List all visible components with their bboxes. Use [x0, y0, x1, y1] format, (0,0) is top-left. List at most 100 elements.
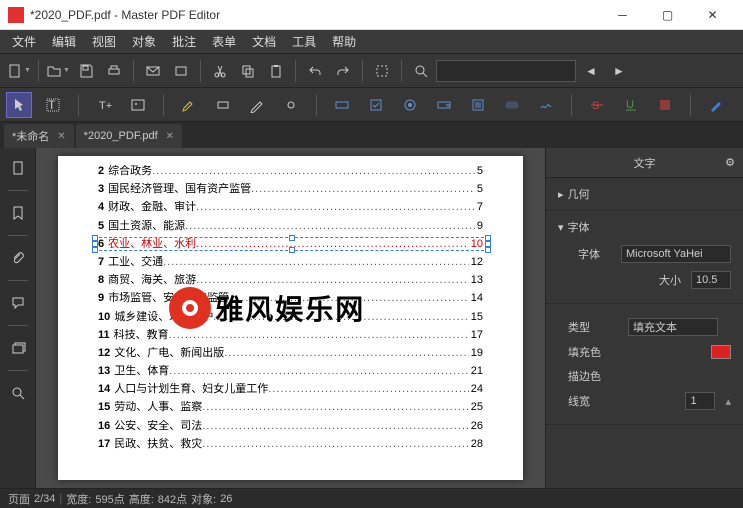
tab-untitled[interactable]: *未命名 ✕ — [4, 124, 74, 148]
toc-line[interactable]: 6农业、林业、水利...............................… — [98, 238, 483, 251]
menu-tools[interactable]: 工具 — [284, 30, 324, 53]
pdf-page[interactable]: 2综合政务...................................… — [58, 156, 523, 480]
group-font[interactable]: ▾ 字体 — [558, 217, 731, 237]
new-file-icon[interactable]: ▼ — [6, 58, 32, 84]
toc-line[interactable]: 15劳动、人事、监察..............................… — [98, 401, 483, 414]
menu-view[interactable]: 视图 — [84, 30, 124, 53]
sign-icon[interactable] — [703, 92, 729, 118]
menu-forms[interactable]: 表单 — [204, 30, 244, 53]
minimize-button[interactable]: ─ — [600, 0, 645, 30]
strikethrough-icon[interactable]: S — [584, 92, 610, 118]
toc-title: 综合政务 — [108, 165, 152, 178]
underline-icon[interactable]: U — [618, 92, 644, 118]
type-select[interactable] — [628, 318, 718, 336]
highlight-color-icon[interactable] — [652, 92, 678, 118]
toc-line[interactable]: 10城乡建设、环境保护.............................… — [98, 311, 483, 324]
scan-icon[interactable] — [168, 58, 194, 84]
font-select[interactable] — [621, 245, 731, 263]
toc-number: 3 — [98, 183, 104, 196]
pencil-icon[interactable] — [244, 92, 270, 118]
toc-line[interactable]: 13卫生、体育.................................… — [98, 365, 483, 378]
toc-number: 9 — [98, 292, 104, 305]
search-prev-icon[interactable]: ◄ — [578, 58, 604, 84]
maximize-button[interactable]: ▢ — [645, 0, 690, 30]
form-radio-icon[interactable] — [397, 92, 423, 118]
form-checkbox-icon[interactable] — [363, 92, 389, 118]
print-icon[interactable] — [101, 58, 127, 84]
toc-line[interactable]: 16公安、安全、司法..............................… — [98, 420, 483, 433]
redo-icon[interactable] — [330, 58, 356, 84]
toc-line[interactable]: 11科技、教育.................................… — [98, 329, 483, 342]
search-panel-icon[interactable] — [4, 379, 32, 407]
form-list-icon[interactable] — [465, 92, 491, 118]
menu-document[interactable]: 文档 — [244, 30, 284, 53]
toc-line[interactable]: 8商贸、海关、旅游...............................… — [98, 274, 483, 287]
pointer-tool-icon[interactable] — [6, 92, 32, 118]
comments-icon[interactable] — [4, 289, 32, 317]
svg-text:T: T — [48, 98, 56, 112]
form-dropdown-icon[interactable] — [431, 92, 457, 118]
toc-title: 工业、交通 — [108, 256, 163, 269]
toc-line[interactable]: 5国土资源、能源................................… — [98, 220, 483, 233]
highlight-icon[interactable] — [176, 92, 202, 118]
toc-line[interactable]: 7工业、交通..................................… — [98, 256, 483, 269]
search-next-icon[interactable]: ► — [606, 58, 632, 84]
close-icon[interactable]: ✕ — [57, 131, 65, 142]
toc-page: 14 — [471, 292, 483, 305]
stepper-icon[interactable]: ▴ — [725, 395, 731, 408]
close-icon[interactable]: ✕ — [166, 131, 174, 142]
tab-label: *未命名 — [12, 128, 49, 144]
toc-line[interactable]: 4财政、金融、审计...............................… — [98, 201, 483, 214]
open-file-icon[interactable]: ▼ — [45, 58, 71, 84]
toc-line[interactable]: 9市场监管、安全生产监管............................… — [98, 292, 483, 305]
menu-annotate[interactable]: 批注 — [164, 30, 204, 53]
layers-icon[interactable] — [4, 334, 32, 362]
toc-page: 21 — [471, 365, 483, 378]
menu-file[interactable]: 文件 — [4, 30, 44, 53]
page-canvas[interactable]: 2综合政务...................................… — [36, 148, 545, 488]
window-title: *2020_PDF.pdf - Master PDF Editor — [30, 8, 600, 22]
fill-color-swatch[interactable] — [711, 345, 731, 359]
toc-page: 12 — [471, 256, 483, 269]
link-icon[interactable] — [278, 92, 304, 118]
toc-line[interactable]: 14人口与计划生育、妇女儿童工作........................… — [98, 383, 483, 396]
toc-page: 10 — [471, 238, 483, 251]
thumbnails-icon[interactable] — [4, 154, 32, 182]
undo-icon[interactable] — [302, 58, 328, 84]
copy-icon[interactable] — [235, 58, 261, 84]
insert-image-icon[interactable] — [125, 92, 151, 118]
shape-icon[interactable] — [210, 92, 236, 118]
form-button-icon[interactable] — [499, 92, 525, 118]
app-icon — [8, 7, 24, 23]
width-input[interactable] — [685, 392, 715, 410]
toc-line[interactable]: 3国民经济管理、国有资产监管..........................… — [98, 183, 483, 196]
page-value: 2/34 — [34, 493, 55, 505]
form-signature-icon[interactable] — [533, 92, 559, 118]
email-icon[interactable] — [140, 58, 166, 84]
cut-icon[interactable] — [207, 58, 233, 84]
paste-icon[interactable] — [263, 58, 289, 84]
form-text-icon[interactable] — [329, 92, 355, 118]
toc-number: 11 — [98, 329, 110, 342]
close-button[interactable]: ✕ — [690, 0, 735, 30]
search-input[interactable] — [436, 60, 576, 82]
tab-document[interactable]: *2020_PDF.pdf ✕ — [76, 124, 182, 148]
attachments-icon[interactable] — [4, 244, 32, 272]
size-input[interactable] — [691, 271, 731, 289]
text-edit-icon[interactable]: T — [40, 92, 66, 118]
toc-line[interactable]: 17民政、扶贫、救灾..............................… — [98, 438, 483, 451]
toc-leader: ........................................… — [213, 311, 469, 324]
group-geometry[interactable]: ▸ 几何 — [558, 184, 731, 204]
settings-icon[interactable]: ⚙ — [725, 156, 735, 169]
menu-edit[interactable]: 编辑 — [44, 30, 84, 53]
select-icon[interactable] — [369, 58, 395, 84]
search-icon[interactable] — [408, 58, 434, 84]
toc-leader: ........................................… — [251, 183, 475, 196]
insert-text-icon[interactable]: T+ — [91, 92, 117, 118]
toc-line[interactable]: 12文化、广电、新闻出版............................… — [98, 347, 483, 360]
menu-help[interactable]: 帮助 — [324, 30, 364, 53]
toc-line[interactable]: 2综合政务...................................… — [98, 165, 483, 178]
save-icon[interactable] — [73, 58, 99, 84]
bookmarks-icon[interactable] — [4, 199, 32, 227]
menu-object[interactable]: 对象 — [124, 30, 164, 53]
